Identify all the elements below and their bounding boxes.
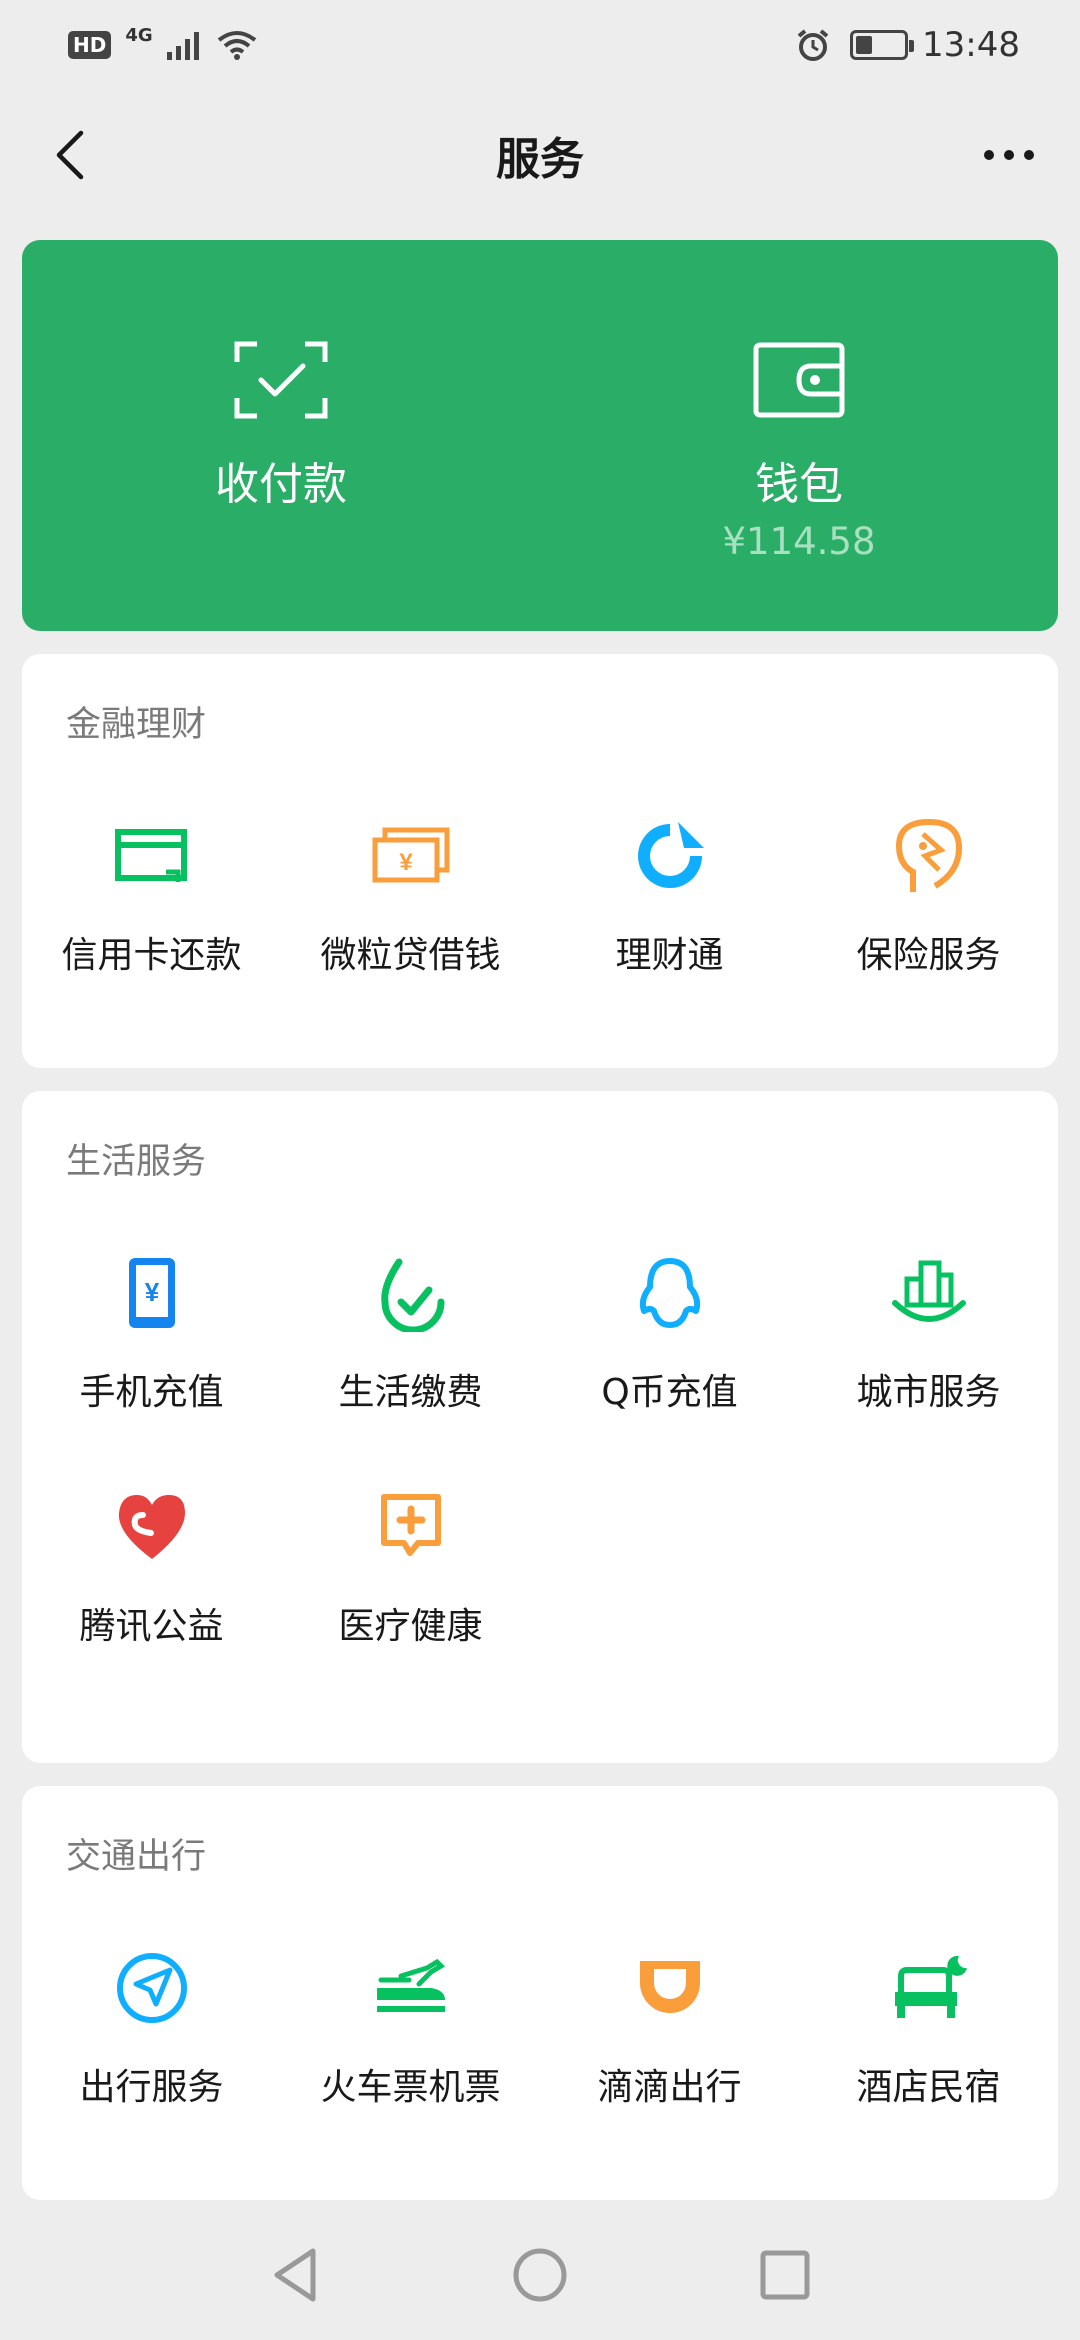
status-left: HD 4G	[68, 25, 257, 60]
alarm-icon	[797, 29, 829, 61]
battery-icon	[850, 30, 915, 60]
medical-icon	[369, 1485, 453, 1569]
medical-health-item[interactable]: 医疗健康	[281, 1485, 540, 1649]
more-dots-icon	[984, 150, 1034, 160]
tile-label: 腾讯公益	[79, 1606, 224, 1647]
insurance-icon	[887, 814, 971, 898]
phone-recharge-icon: ¥	[110, 1251, 194, 1335]
system-recents-button[interactable]	[750, 2240, 820, 2310]
insurance-item[interactable]: 保险服务	[799, 814, 1058, 978]
qq-coin-item[interactable]: Q币充值	[540, 1251, 799, 1415]
tile-label: 微粒贷借钱	[320, 935, 501, 976]
wallet-card: 收付款 钱包 ¥114.58	[22, 240, 1058, 631]
circle-home-icon	[513, 2248, 567, 2302]
didi-item[interactable]: 滴滴出行	[540, 1946, 799, 2110]
svg-text:¥: ¥	[144, 1277, 159, 1307]
tile-label: 滴滴出行	[597, 2067, 742, 2108]
triangle-back-icon	[274, 2248, 316, 2302]
hotel-bed-icon	[887, 1946, 971, 2030]
tile-label: 理财通	[615, 935, 724, 976]
city-service-icon	[887, 1251, 971, 1335]
section-transport: 交通出行 出行服务 火车票机票 滴滴出行 酒店民宿	[22, 1786, 1058, 2200]
page-title: 服务	[496, 134, 584, 185]
tile-label: 城市服务	[856, 1372, 1001, 1413]
tile-label: 保险服务	[856, 935, 1001, 976]
tencent-charity-item[interactable]: 腾讯公益	[22, 1485, 281, 1649]
pay-receive-button[interactable]: 收付款	[22, 240, 540, 631]
more-button[interactable]	[964, 115, 1054, 195]
wallet-button[interactable]: 钱包 ¥114.58	[540, 240, 1058, 631]
section-title: 生活服务	[66, 1142, 207, 1182]
tile-label: 手机充值	[79, 1372, 224, 1413]
credit-card-repayment-item[interactable]: 信用卡还款	[22, 814, 281, 978]
tile-label: 酒店民宿	[856, 2067, 1001, 2108]
status-right: 13:48	[796, 25, 1020, 65]
wifi-icon	[217, 31, 256, 60]
city-service-item[interactable]: 城市服务	[799, 1251, 1058, 1415]
wallet-balance: ¥114.58	[722, 520, 876, 563]
status-bar: HD 4G 13:48	[0, 0, 1080, 90]
wallet-label: 钱包	[755, 459, 843, 510]
section-title: 交通出行	[66, 1837, 207, 1877]
service-grid: 信用卡还款 ¥ 微粒贷借钱 理财通 保险服务	[22, 814, 1058, 978]
signal-icon	[166, 32, 199, 60]
service-grid: 出行服务 火车票机票 滴滴出行 酒店民宿	[22, 1946, 1058, 2110]
section-life-services: 生活服务 ¥ 手机充值 生活缴费 Q币充值 城市服务 腾讯公益 医疗健康	[22, 1091, 1058, 1763]
didi-icon	[628, 1946, 712, 2030]
travel-service-item[interactable]: 出行服务	[22, 1946, 281, 2110]
travel-navigation-icon	[110, 1946, 194, 2030]
wallet-icon	[751, 338, 847, 422]
service-grid: ¥ 手机充值 生活缴费 Q币充值 城市服务 腾讯公益 医疗健康	[22, 1251, 1058, 1649]
hotel-homestay-item[interactable]: 酒店民宿	[799, 1946, 1058, 2110]
tile-label: 医疗健康	[338, 1606, 483, 1647]
square-recents-icon	[760, 2250, 810, 2300]
wealth-icon	[628, 814, 712, 898]
scan-check-icon	[233, 338, 329, 422]
weilidai-loan-item[interactable]: ¥ 微粒贷借钱	[281, 814, 540, 978]
nav-bar: 服务	[0, 90, 1080, 220]
system-back-button[interactable]	[260, 2240, 330, 2310]
train-plane-ticket-icon	[369, 1946, 453, 2030]
pay-receive-label: 收付款	[215, 459, 347, 510]
section-title: 金融理财	[66, 705, 207, 745]
utility-bill-icon	[369, 1251, 453, 1335]
loan-icon: ¥	[369, 814, 453, 898]
section-finance: 金融理财 信用卡还款 ¥ 微粒贷借钱 理财通 保险服务	[22, 654, 1058, 1068]
clock: 13:48	[922, 25, 1020, 65]
hd-badge: HD	[68, 31, 112, 59]
utility-bill-item[interactable]: 生活缴费	[281, 1251, 540, 1415]
back-button[interactable]	[30, 115, 110, 195]
licaitong-item[interactable]: 理财通	[540, 814, 799, 978]
tile-label: Q币充值	[601, 1372, 738, 1413]
system-home-button[interactable]	[505, 2240, 575, 2310]
chevron-left-icon	[56, 130, 84, 180]
train-plane-ticket-item[interactable]: 火车票机票	[281, 1946, 540, 2110]
svg-text:¥: ¥	[399, 849, 413, 876]
credit-card-icon	[110, 814, 194, 898]
tile-label: 生活缴费	[338, 1372, 483, 1413]
tile-label: 信用卡还款	[61, 935, 242, 976]
qq-coin-icon	[628, 1251, 712, 1335]
battery-fill	[856, 36, 873, 54]
phone-recharge-item[interactable]: ¥ 手机充值	[22, 1251, 281, 1415]
system-nav-bar	[0, 2210, 1080, 2340]
charity-heart-icon	[110, 1485, 194, 1569]
network-type: 4G	[125, 24, 153, 46]
tile-label: 火车票机票	[320, 2067, 501, 2108]
tile-label: 出行服务	[79, 2067, 224, 2108]
